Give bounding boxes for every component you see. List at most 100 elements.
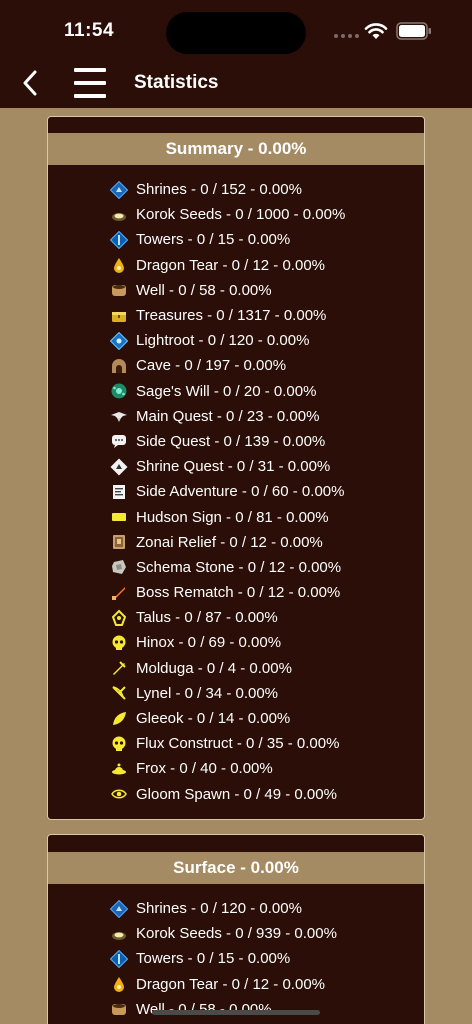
list-item: Dragon Tear - 0 / 12 - 0.00%: [48, 972, 424, 997]
list-item: Shrine Quest - 0 / 31 - 0.00%: [48, 454, 424, 479]
stat-label: Gloom Spawn - 0 / 49 - 0.00%: [136, 785, 337, 803]
dynamic-island: [166, 12, 306, 54]
well-icon: [110, 281, 128, 299]
list-item: Shrines - 0 / 152 - 0.00%: [48, 177, 424, 202]
list-item: Dragon Tear - 0 / 12 - 0.00%: [48, 253, 424, 278]
stat-label: Lightroot - 0 / 120 - 0.00%: [136, 332, 310, 350]
stat-label: Molduga - 0 / 4 - 0.00%: [136, 659, 292, 677]
stat-label: Towers - 0 / 15 - 0.00%: [136, 950, 291, 968]
hamburger-icon: [74, 68, 106, 72]
summary-header: Summary - 0.00%: [48, 133, 424, 165]
page-title: Statistics: [134, 72, 219, 93]
dragon-tear-icon: [110, 256, 128, 274]
korok-seed-icon: [110, 925, 128, 943]
list-item: Gleeok - 0 / 14 - 0.00%: [48, 706, 424, 731]
tower-icon: [110, 230, 128, 249]
stat-label: Well - 0 / 58 - 0.00%: [136, 281, 272, 299]
list-item: Well - 0 / 58 - 0.00%: [48, 278, 424, 303]
list-item: Korok Seeds - 0 / 1000 - 0.00%: [48, 202, 424, 227]
stat-label: Shrines - 0 / 152 - 0.00%: [136, 181, 302, 199]
list-item: Zonai Relief - 0 / 12 - 0.00%: [48, 530, 424, 555]
list-item: Flux Construct - 0 / 35 - 0.00%: [48, 731, 424, 756]
list-item: Gloom Spawn - 0 / 49 - 0.00%: [48, 782, 424, 807]
stat-label: Main Quest - 0 / 23 - 0.00%: [136, 407, 320, 425]
surface-header: Surface - 0.00%: [48, 852, 424, 884]
stat-label: Dragon Tear - 0 / 12 - 0.00%: [136, 975, 325, 993]
side-quest-icon: [110, 432, 128, 450]
stat-label: Frox - 0 / 40 - 0.00%: [136, 760, 273, 778]
stat-label: Gleeok - 0 / 14 - 0.00%: [136, 710, 291, 728]
list-item: Boss Rematch - 0 / 12 - 0.00%: [48, 580, 424, 605]
back-button[interactable]: [14, 66, 46, 100]
gleeok-icon: [110, 710, 128, 728]
summary-list: Shrines - 0 / 152 - 0.00% Korok Seeds - 0…: [48, 165, 424, 807]
boss-rematch-icon: [110, 584, 128, 602]
molduga-icon: [110, 659, 128, 677]
well-icon: [110, 1000, 128, 1018]
list-item: Molduga - 0 / 4 - 0.00%: [48, 656, 424, 681]
stat-label: Sage's Will - 0 / 20 - 0.00%: [136, 382, 317, 400]
stat-label: Hudson Sign - 0 / 81 - 0.00%: [136, 508, 329, 526]
stat-label: Shrine Quest - 0 / 31 - 0.00%: [136, 458, 331, 476]
wifi-icon: [364, 23, 388, 39]
list-item: Side Quest - 0 / 139 - 0.00%: [48, 429, 424, 454]
battery-icon: [396, 22, 431, 40]
stat-label: Korok Seeds - 0 / 939 - 0.00%: [136, 925, 337, 943]
stat-label: Hinox - 0 / 69 - 0.00%: [136, 634, 282, 652]
list-item: Lynel - 0 / 34 - 0.00%: [48, 681, 424, 706]
stat-label: Talus - 0 / 87 - 0.00%: [136, 609, 278, 627]
stat-label: Korok Seeds - 0 / 1000 - 0.00%: [136, 206, 346, 224]
status-time: 11:54: [64, 20, 115, 41]
stat-label: Treasures - 0 / 1317 - 0.00%: [136, 307, 327, 325]
lightroot-icon: [110, 331, 128, 350]
list-item: Korok Seeds - 0 / 939 - 0.00%: [48, 921, 424, 946]
list-item: Towers - 0 / 15 - 0.00%: [48, 227, 424, 252]
list-item: Frox - 0 / 40 - 0.00%: [48, 756, 424, 781]
stat-label: Schema Stone - 0 / 12 - 0.00%: [136, 558, 342, 576]
flux-construct-icon: [110, 735, 128, 753]
main-quest-icon: [110, 407, 128, 425]
list-item: Lightroot - 0 / 120 - 0.00%: [48, 328, 424, 353]
list-item: Hudson Sign - 0 / 81 - 0.00%: [48, 504, 424, 529]
home-indicator: [152, 1010, 320, 1015]
shrine-icon: [110, 899, 128, 918]
stat-label: Dragon Tear - 0 / 12 - 0.00%: [136, 256, 325, 274]
list-item: Towers - 0 / 15 - 0.00%: [48, 946, 424, 971]
list-item: Hinox - 0 / 69 - 0.00%: [48, 630, 424, 655]
stat-label: Flux Construct - 0 / 35 - 0.00%: [136, 735, 340, 753]
list-item: Cave - 0 / 197 - 0.00%: [48, 353, 424, 378]
chevron-left-icon: [23, 70, 37, 96]
dragon-tear-icon: [110, 975, 128, 993]
shrine-icon: [110, 180, 128, 199]
korok-seed-icon: [110, 206, 128, 224]
stat-label: Zonai Relief - 0 / 12 - 0.00%: [136, 533, 323, 551]
frox-icon: [110, 760, 128, 778]
cave-icon: [110, 357, 128, 375]
treasure-icon: [110, 307, 128, 325]
list-item: Schema Stone - 0 / 12 - 0.00%: [48, 555, 424, 580]
lynel-icon: [110, 684, 128, 702]
talus-icon: [110, 609, 128, 627]
tower-icon: [110, 949, 128, 968]
navigation-bar: 11:54 Statistics: [0, 0, 472, 108]
hudson-sign-icon: [110, 508, 128, 526]
schema-stone-icon: [110, 558, 128, 576]
hinox-icon: [110, 634, 128, 652]
shrine-quest-icon: [110, 458, 128, 476]
side-adventure-icon: [110, 483, 128, 501]
list-item: Main Quest - 0 / 23 - 0.00%: [48, 404, 424, 429]
stat-label: Shrines - 0 / 120 - 0.00%: [136, 900, 302, 918]
list-item: Talus - 0 / 87 - 0.00%: [48, 605, 424, 630]
surface-list: Shrines - 0 / 120 - 0.00% Korok Seeds - 0…: [48, 884, 424, 1022]
stat-label: Cave - 0 / 197 - 0.00%: [136, 357, 287, 375]
list-item: Side Adventure - 0 / 60 - 0.00%: [48, 479, 424, 504]
stat-label: Towers - 0 / 15 - 0.00%: [136, 231, 291, 249]
menu-button[interactable]: [74, 68, 106, 98]
list-item: Treasures - 0 / 1317 - 0.00%: [48, 303, 424, 328]
stat-label: Side Quest - 0 / 139 - 0.00%: [136, 432, 326, 450]
summary-card: Summary - 0.00% Shrines - 0 / 152 - 0.00…: [47, 116, 425, 820]
sages-will-icon: [110, 382, 128, 400]
gloom-spawn-icon: [110, 785, 128, 803]
stat-label: Lynel - 0 / 34 - 0.00%: [136, 684, 279, 702]
cellular-signal-icon: [334, 34, 359, 38]
